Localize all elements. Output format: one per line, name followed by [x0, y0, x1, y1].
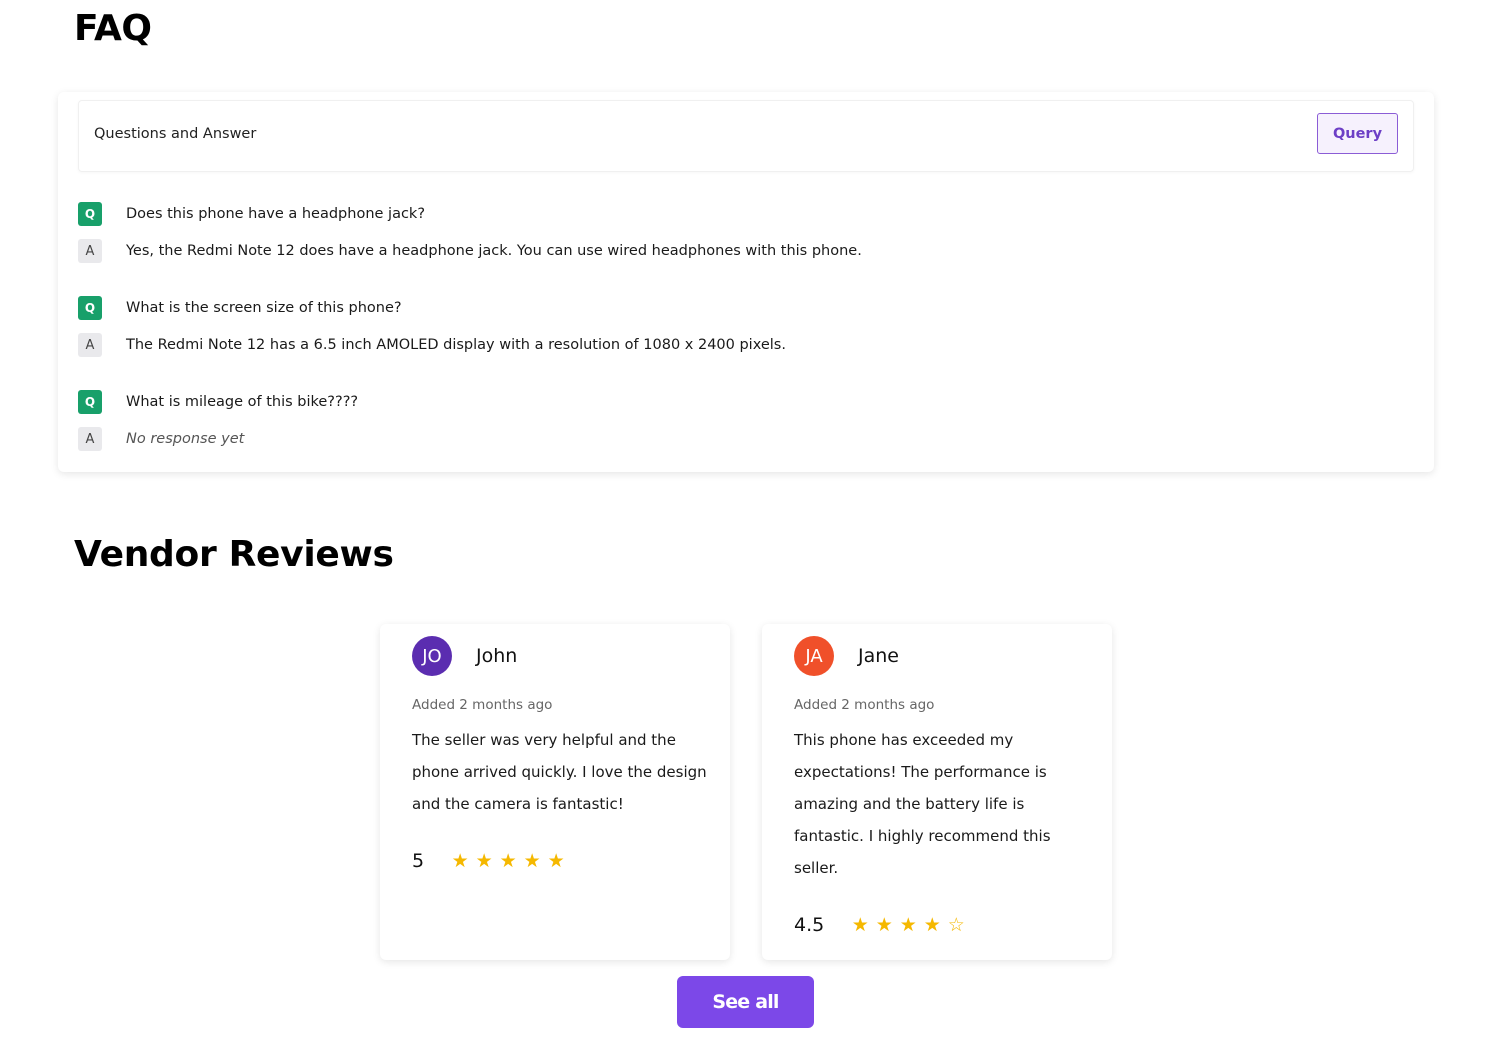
answer-row: A The Redmi Note 12 has a 6.5 inch AMOLE… [78, 333, 786, 357]
star-icon: ★ [899, 914, 917, 936]
star-icon: ★ [875, 914, 893, 936]
review-text: The seller was very helpful and the phon… [412, 731, 707, 813]
question-badge: Q [78, 202, 102, 226]
star-icon: ★ [523, 850, 541, 872]
question-row: Q Does this phone have a headphone jack? [78, 202, 425, 226]
see-all-button[interactable]: See all [677, 976, 814, 1028]
star-icon: ★ [451, 850, 469, 872]
star-icon: ★ [499, 850, 517, 872]
star-rating: ★ ★ ★ ★ ☆ [848, 914, 968, 936]
review-date: Added 2 months ago [412, 697, 553, 713]
question-text: Does this phone have a headphone jack? [126, 206, 426, 222]
faq-title: FAQ [74, 8, 152, 49]
avatar: JA [794, 636, 834, 676]
star-half-icon: ☆ [947, 914, 965, 936]
rating-value: 4.5 [794, 914, 825, 936]
star-icon: ★ [851, 914, 869, 936]
review-date: Added 2 months ago [794, 697, 935, 713]
rating-row: 4.5 ★ ★ ★ ★ ☆ [794, 914, 968, 936]
answer-text: No response yet [126, 431, 245, 447]
reviews-title: Vendor Reviews [74, 534, 394, 575]
qa-header-label: Questions and Answer [94, 126, 257, 142]
reviewer-name: John [476, 645, 518, 667]
avatar: JO [412, 636, 452, 676]
question-row: Q What is the screen size of this phone? [78, 296, 402, 320]
question-badge: Q [78, 390, 102, 414]
answer-badge: A [78, 333, 102, 357]
faq-card: Questions and Answer Query Q Does this p… [58, 92, 1434, 472]
star-icon: ★ [475, 850, 493, 872]
answer-text: Yes, the Redmi Note 12 does have a headp… [126, 243, 862, 259]
review-card: JO John Added 2 months ago The seller wa… [380, 624, 730, 960]
query-button[interactable]: Query [1317, 113, 1398, 154]
question-row: Q What is mileage of this bike???? [78, 390, 358, 414]
star-icon: ★ [923, 914, 941, 936]
question-badge: Q [78, 296, 102, 320]
question-text: What is the screen size of this phone? [126, 300, 402, 316]
answer-text: The Redmi Note 12 has a 6.5 inch AMOLED … [126, 337, 786, 353]
reviewer-name: Jane [858, 645, 899, 667]
question-text: What is mileage of this bike???? [126, 394, 359, 410]
answer-badge: A [78, 239, 102, 263]
star-rating: ★ ★ ★ ★ ★ [448, 850, 568, 872]
answer-row: A No response yet [78, 427, 244, 451]
rating-value: 5 [412, 850, 425, 872]
review-card: JA Jane Added 2 months ago This phone ha… [762, 624, 1112, 960]
answer-badge: A [78, 427, 102, 451]
rating-row: 5 ★ ★ ★ ★ ★ [412, 850, 568, 872]
qa-header: Questions and Answer Query [78, 100, 1414, 172]
review-text: This phone has exceeded my expectations!… [794, 731, 1051, 877]
answer-row: A Yes, the Redmi Note 12 does have a hea… [78, 239, 862, 263]
star-icon: ★ [547, 850, 565, 872]
